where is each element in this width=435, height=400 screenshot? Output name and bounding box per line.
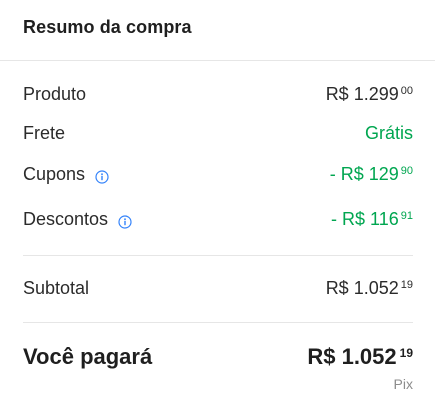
divider: [23, 255, 413, 256]
cupons-value-main: - R$ 129: [329, 164, 399, 184]
frete-label-text: Frete: [23, 123, 66, 143]
purchase-summary-card: Resumo da compra Produto R$ 1.299 00 Fre…: [0, 0, 435, 400]
row-frete: Frete Grátis: [23, 123, 413, 149]
descontos-value-cents: 91: [400, 210, 413, 222]
total-row: Você pagará R$ 1.052 19: [23, 344, 413, 378]
row-subtotal: Subtotal R$ 1.052 19: [23, 278, 413, 304]
descontos-label-text: Descontos: [23, 209, 109, 229]
frete-value-text: Grátis: [364, 123, 413, 143]
summary-title: Resumo da compra: [23, 17, 192, 37]
payment-method-label: Pix: [393, 376, 413, 392]
cupons-label-text: Cupons: [23, 164, 86, 184]
total-label: Você pagará: [23, 344, 153, 369]
row-cupons: Cupons - R$ 129 90: [23, 164, 413, 190]
row-produto: Produto R$ 1.299 00: [23, 84, 413, 110]
subtotal-label-text: Subtotal: [23, 278, 90, 298]
cupons-value-cents: 90: [400, 165, 413, 177]
cupons-value: - R$ 129 90: [330, 164, 413, 185]
divider: [23, 322, 413, 323]
subtotal-value-main: R$ 1.052: [325, 278, 399, 298]
info-icon[interactable]: [95, 168, 109, 184]
produto-value-main: R$ 1.299: [325, 84, 399, 104]
subtotal-value: R$ 1.052 19: [326, 278, 413, 299]
descontos-value: - R$ 116 91: [331, 209, 413, 230]
info-icon[interactable]: [118, 213, 132, 229]
total-value-main: R$ 1.052: [307, 344, 397, 369]
summary-header: Resumo da compra: [0, 0, 435, 61]
total-value-cents: 19: [399, 346, 413, 360]
total-value: R$ 1.052 19: [307, 344, 413, 370]
produto-value: R$ 1.299 00: [326, 84, 413, 105]
subtotal-value-cents: 19: [400, 279, 413, 291]
frete-value: Grátis: [365, 123, 413, 144]
row-descontos: Descontos - R$ 116 91: [23, 209, 413, 235]
produto-label-text: Produto: [23, 84, 87, 104]
frete-label: Frete: [23, 123, 65, 144]
descontos-value-main: - R$ 116: [331, 209, 399, 229]
cupons-label: Cupons: [23, 164, 109, 185]
produto-value-cents: 00: [400, 85, 413, 97]
descontos-label: Descontos: [23, 209, 132, 230]
produto-label: Produto: [23, 84, 86, 105]
subtotal-label: Subtotal: [23, 278, 89, 299]
